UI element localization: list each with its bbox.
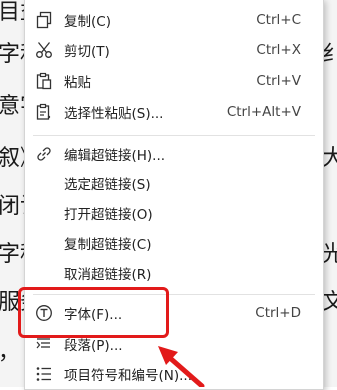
bullet-list-icon — [35, 365, 53, 383]
highlight-box — [18, 287, 169, 338]
menu-item-shortcut: Ctrl+C — [256, 12, 301, 28]
link-icon — [35, 145, 53, 163]
menu-item-edit-hyperlink[interactable]: 编辑超链接(H)... — [25, 139, 323, 169]
menu-item-paste[interactable]: 粘贴 Ctrl+V — [25, 66, 323, 96]
menu-item-label: 剪切(T) — [64, 44, 110, 60]
menu-item-shortcut: Ctrl+D — [255, 305, 301, 321]
menu-item-label: 打开超链接(O) — [64, 207, 153, 223]
menu-item-copy[interactable]: 复制(C) Ctrl+C — [25, 5, 323, 35]
menu-item-cut[interactable]: 剪切(T) Ctrl+X — [25, 35, 323, 65]
paste-icon — [35, 72, 53, 90]
menu-item-open-hyperlink[interactable]: 打开超链接(O) — [25, 198, 323, 228]
menu-item-label: 复制超链接(C) — [64, 237, 152, 253]
menu-separator — [33, 135, 315, 136]
copy-icon — [35, 11, 53, 29]
menu-item-shortcut: Ctrl+V — [256, 73, 301, 89]
menu-item-select-hyperlink[interactable]: 选定超链接(S) — [25, 168, 323, 198]
scissors-icon — [35, 41, 53, 59]
menu-item-shortcut: Ctrl+Alt+V — [226, 104, 301, 120]
bg-text-left: ， — [0, 340, 21, 365]
menu-item-label: 选定超链接(S) — [64, 177, 151, 193]
paste-special-icon — [35, 103, 53, 121]
menu-item-label: 取消超链接(R) — [64, 267, 152, 283]
menu-item-paste-special[interactable]: 选择性粘贴(S)... Ctrl+Alt+V — [25, 97, 323, 127]
menu-item-label: 粘贴 — [64, 75, 91, 91]
menu-item-label: 选择性粘贴(S)... — [64, 106, 164, 122]
menu-item-shortcut: Ctrl+X — [256, 42, 301, 58]
annotation-arrow — [158, 346, 205, 387]
menu-item-label: 编辑超链接(H)... — [64, 148, 166, 164]
menu-item-label: 复制(C) — [64, 14, 111, 30]
menu-item-copy-hyperlink[interactable]: 复制超链接(C) — [25, 228, 323, 258]
menu-item-remove-hyperlink[interactable]: 取消超链接(R) — [25, 258, 323, 288]
